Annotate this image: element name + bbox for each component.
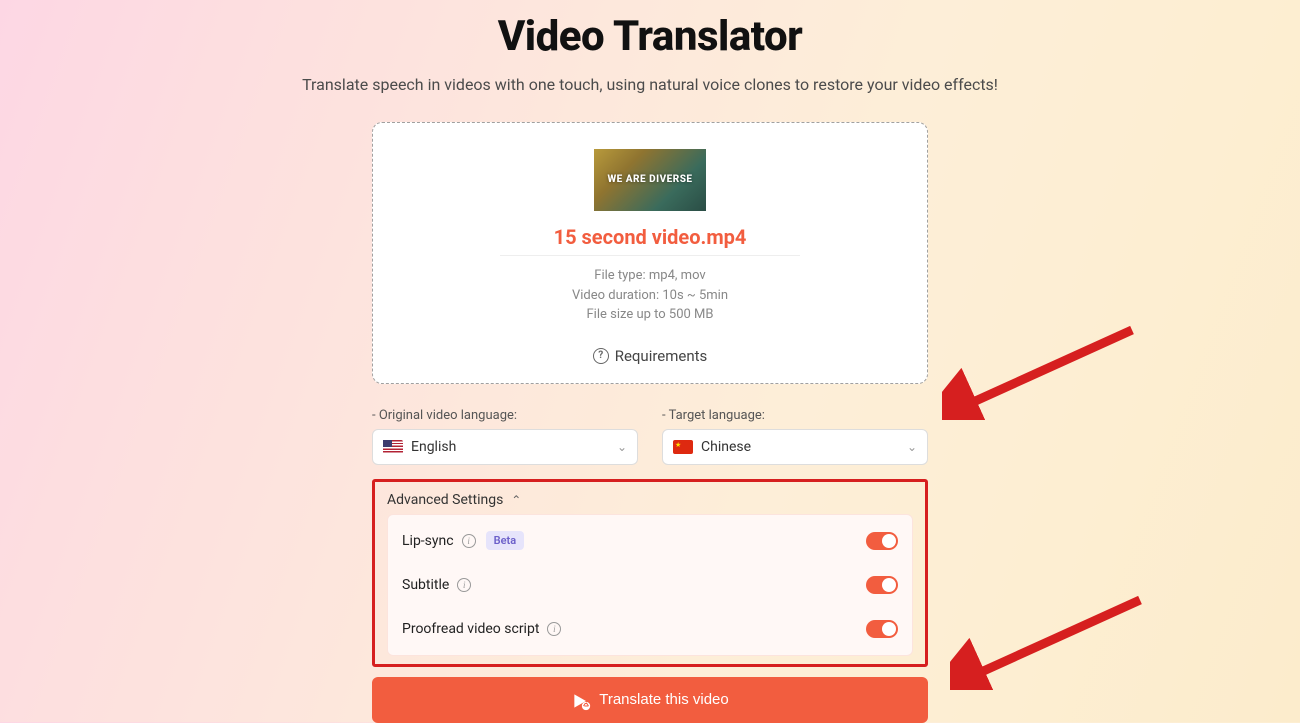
info-icon[interactable]: i	[457, 578, 471, 592]
video-thumbnail: WE ARE DIVERSE	[594, 149, 706, 211]
flag-icon-cn	[673, 440, 693, 454]
info-icon[interactable]: i	[547, 622, 561, 636]
thumbnail-caption: WE ARE DIVERSE	[607, 174, 692, 185]
divider	[500, 255, 800, 256]
advanced-settings-body: Lip-sync i Beta Subtitle i Proofread vid…	[387, 514, 913, 656]
toggle-proofread[interactable]	[866, 620, 898, 638]
target-language-select[interactable]: Chinese ⌄	[662, 429, 928, 465]
chevron-down-icon: ⌄	[907, 440, 917, 454]
uploaded-file-name: 15 second video.mp4	[554, 225, 747, 249]
upload-card[interactable]: WE ARE DIVERSE 15 second video.mp4 File …	[372, 122, 928, 384]
target-language-value: Chinese	[701, 439, 751, 455]
help-icon: ?	[593, 348, 609, 364]
file-meta-size: File size up to 500 MB	[572, 305, 728, 325]
page-subtitle: Translate speech in videos with one touc…	[302, 75, 998, 94]
setting-row-lipsync: Lip-sync i Beta	[402, 519, 898, 563]
info-icon[interactable]: i	[462, 534, 476, 548]
translate-icon	[571, 691, 589, 709]
setting-row-proofread: Proofread video script i	[402, 607, 898, 651]
advanced-settings-label: Advanced Settings	[387, 492, 503, 508]
file-meta-duration: Video duration: 10s ~ 5min	[572, 286, 728, 306]
chevron-down-icon: ⌄	[617, 440, 627, 454]
file-meta-type: File type: mp4, mov	[572, 266, 728, 286]
flag-icon-us	[383, 440, 403, 454]
setting-label: Subtitle	[402, 577, 449, 593]
toggle-subtitle[interactable]	[866, 576, 898, 594]
original-language-value: English	[411, 439, 456, 455]
translate-button-label: Translate this video	[599, 691, 729, 708]
file-meta: File type: mp4, mov Video duration: 10s …	[572, 266, 728, 325]
requirements-label: Requirements	[615, 347, 708, 365]
advanced-settings-section: Advanced Settings ⌃ Lip-sync i Beta Subt…	[372, 479, 928, 667]
advanced-settings-toggle[interactable]: Advanced Settings ⌃	[387, 492, 913, 508]
chevron-up-icon: ⌃	[511, 493, 521, 507]
toggle-lipsync[interactable]	[866, 532, 898, 550]
original-language-label: - Original video language:	[372, 408, 638, 423]
setting-label: Lip-sync	[402, 533, 454, 549]
original-language-select[interactable]: English ⌄	[372, 429, 638, 465]
requirements-link[interactable]: ? Requirements	[593, 347, 708, 365]
setting-row-subtitle: Subtitle i	[402, 563, 898, 607]
translate-button[interactable]: Translate this video	[372, 677, 928, 723]
setting-label: Proofread video script	[402, 621, 539, 637]
target-language-label: - Target language:	[662, 408, 928, 423]
page-title: Video Translator	[498, 12, 803, 61]
beta-badge: Beta	[486, 531, 525, 550]
language-row: - Original video language: English ⌄ - T…	[372, 408, 928, 465]
